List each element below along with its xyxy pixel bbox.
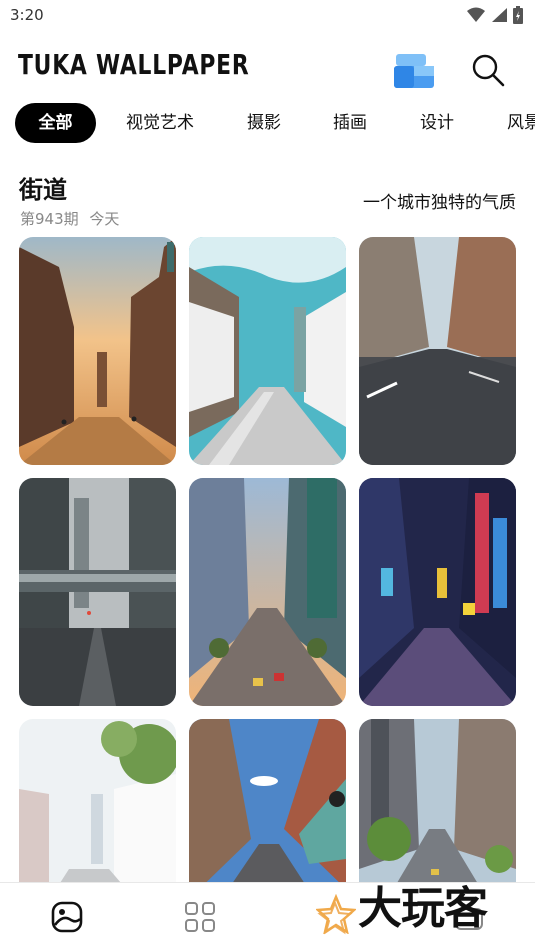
wallpaper-tile[interactable] bbox=[359, 237, 516, 465]
wifi-icon bbox=[467, 7, 485, 22]
signal-icon bbox=[492, 8, 507, 22]
wallpaper-image bbox=[19, 719, 176, 882]
wallpaper-image bbox=[189, 237, 346, 465]
cube-stack-icon[interactable] bbox=[392, 50, 436, 90]
app-header: TUKA WALLPAPER bbox=[0, 40, 535, 96]
wallpaper-tile[interactable] bbox=[189, 237, 346, 465]
wallpaper-tile[interactable] bbox=[19, 719, 176, 882]
section-issue-line: 第943期 今天 bbox=[20, 208, 119, 229]
wallpaper-image bbox=[359, 719, 516, 882]
tab-all[interactable]: 全部 bbox=[15, 103, 96, 143]
wallpaper-tile[interactable] bbox=[19, 237, 176, 465]
status-time: 3:20 bbox=[10, 6, 44, 24]
app-logo: TUKA WALLPAPER bbox=[18, 48, 250, 81]
section-title: 街道 bbox=[19, 176, 67, 204]
wallpaper-tile[interactable] bbox=[359, 478, 516, 706]
wallpaper-tile[interactable] bbox=[189, 719, 346, 882]
wallpaper-image bbox=[19, 478, 176, 706]
status-icons bbox=[467, 6, 523, 24]
watermark: 大玩客 bbox=[314, 866, 529, 946]
wallpaper-icon[interactable] bbox=[49, 899, 85, 935]
section-date: 今天 bbox=[89, 210, 120, 228]
categories-icon[interactable] bbox=[182, 899, 218, 935]
watermark-star-icon bbox=[316, 894, 356, 934]
wallpaper-image bbox=[359, 237, 516, 465]
wallpaper-image bbox=[189, 478, 346, 706]
section-slogan: 一个城市独特的气质 bbox=[363, 193, 516, 213]
wallpaper-tile[interactable] bbox=[359, 719, 516, 882]
wallpaper-tile[interactable] bbox=[189, 478, 346, 706]
tab-visual-art[interactable]: 视觉艺术 bbox=[118, 103, 202, 143]
status-bar: 3:20 bbox=[0, 0, 535, 32]
wallpaper-tile[interactable] bbox=[19, 478, 176, 706]
category-tabs: 全部 视觉艺术 摄影 插画 设计 风景 bbox=[0, 103, 535, 145]
tab-illustration[interactable]: 插画 bbox=[324, 103, 376, 143]
section-issue: 第943期 bbox=[20, 210, 79, 228]
tab-landscape[interactable]: 风景 bbox=[498, 103, 535, 143]
wallpaper-grid bbox=[19, 237, 517, 882]
wallpaper-image bbox=[359, 478, 516, 706]
tab-photography[interactable]: 摄影 bbox=[238, 103, 290, 143]
search-icon[interactable] bbox=[470, 52, 506, 88]
watermark-text: 大玩客 bbox=[358, 883, 488, 934]
wallpaper-image bbox=[19, 237, 176, 465]
battery-icon bbox=[513, 6, 523, 24]
wallpaper-image bbox=[189, 719, 346, 882]
tab-design[interactable]: 设计 bbox=[411, 103, 463, 143]
